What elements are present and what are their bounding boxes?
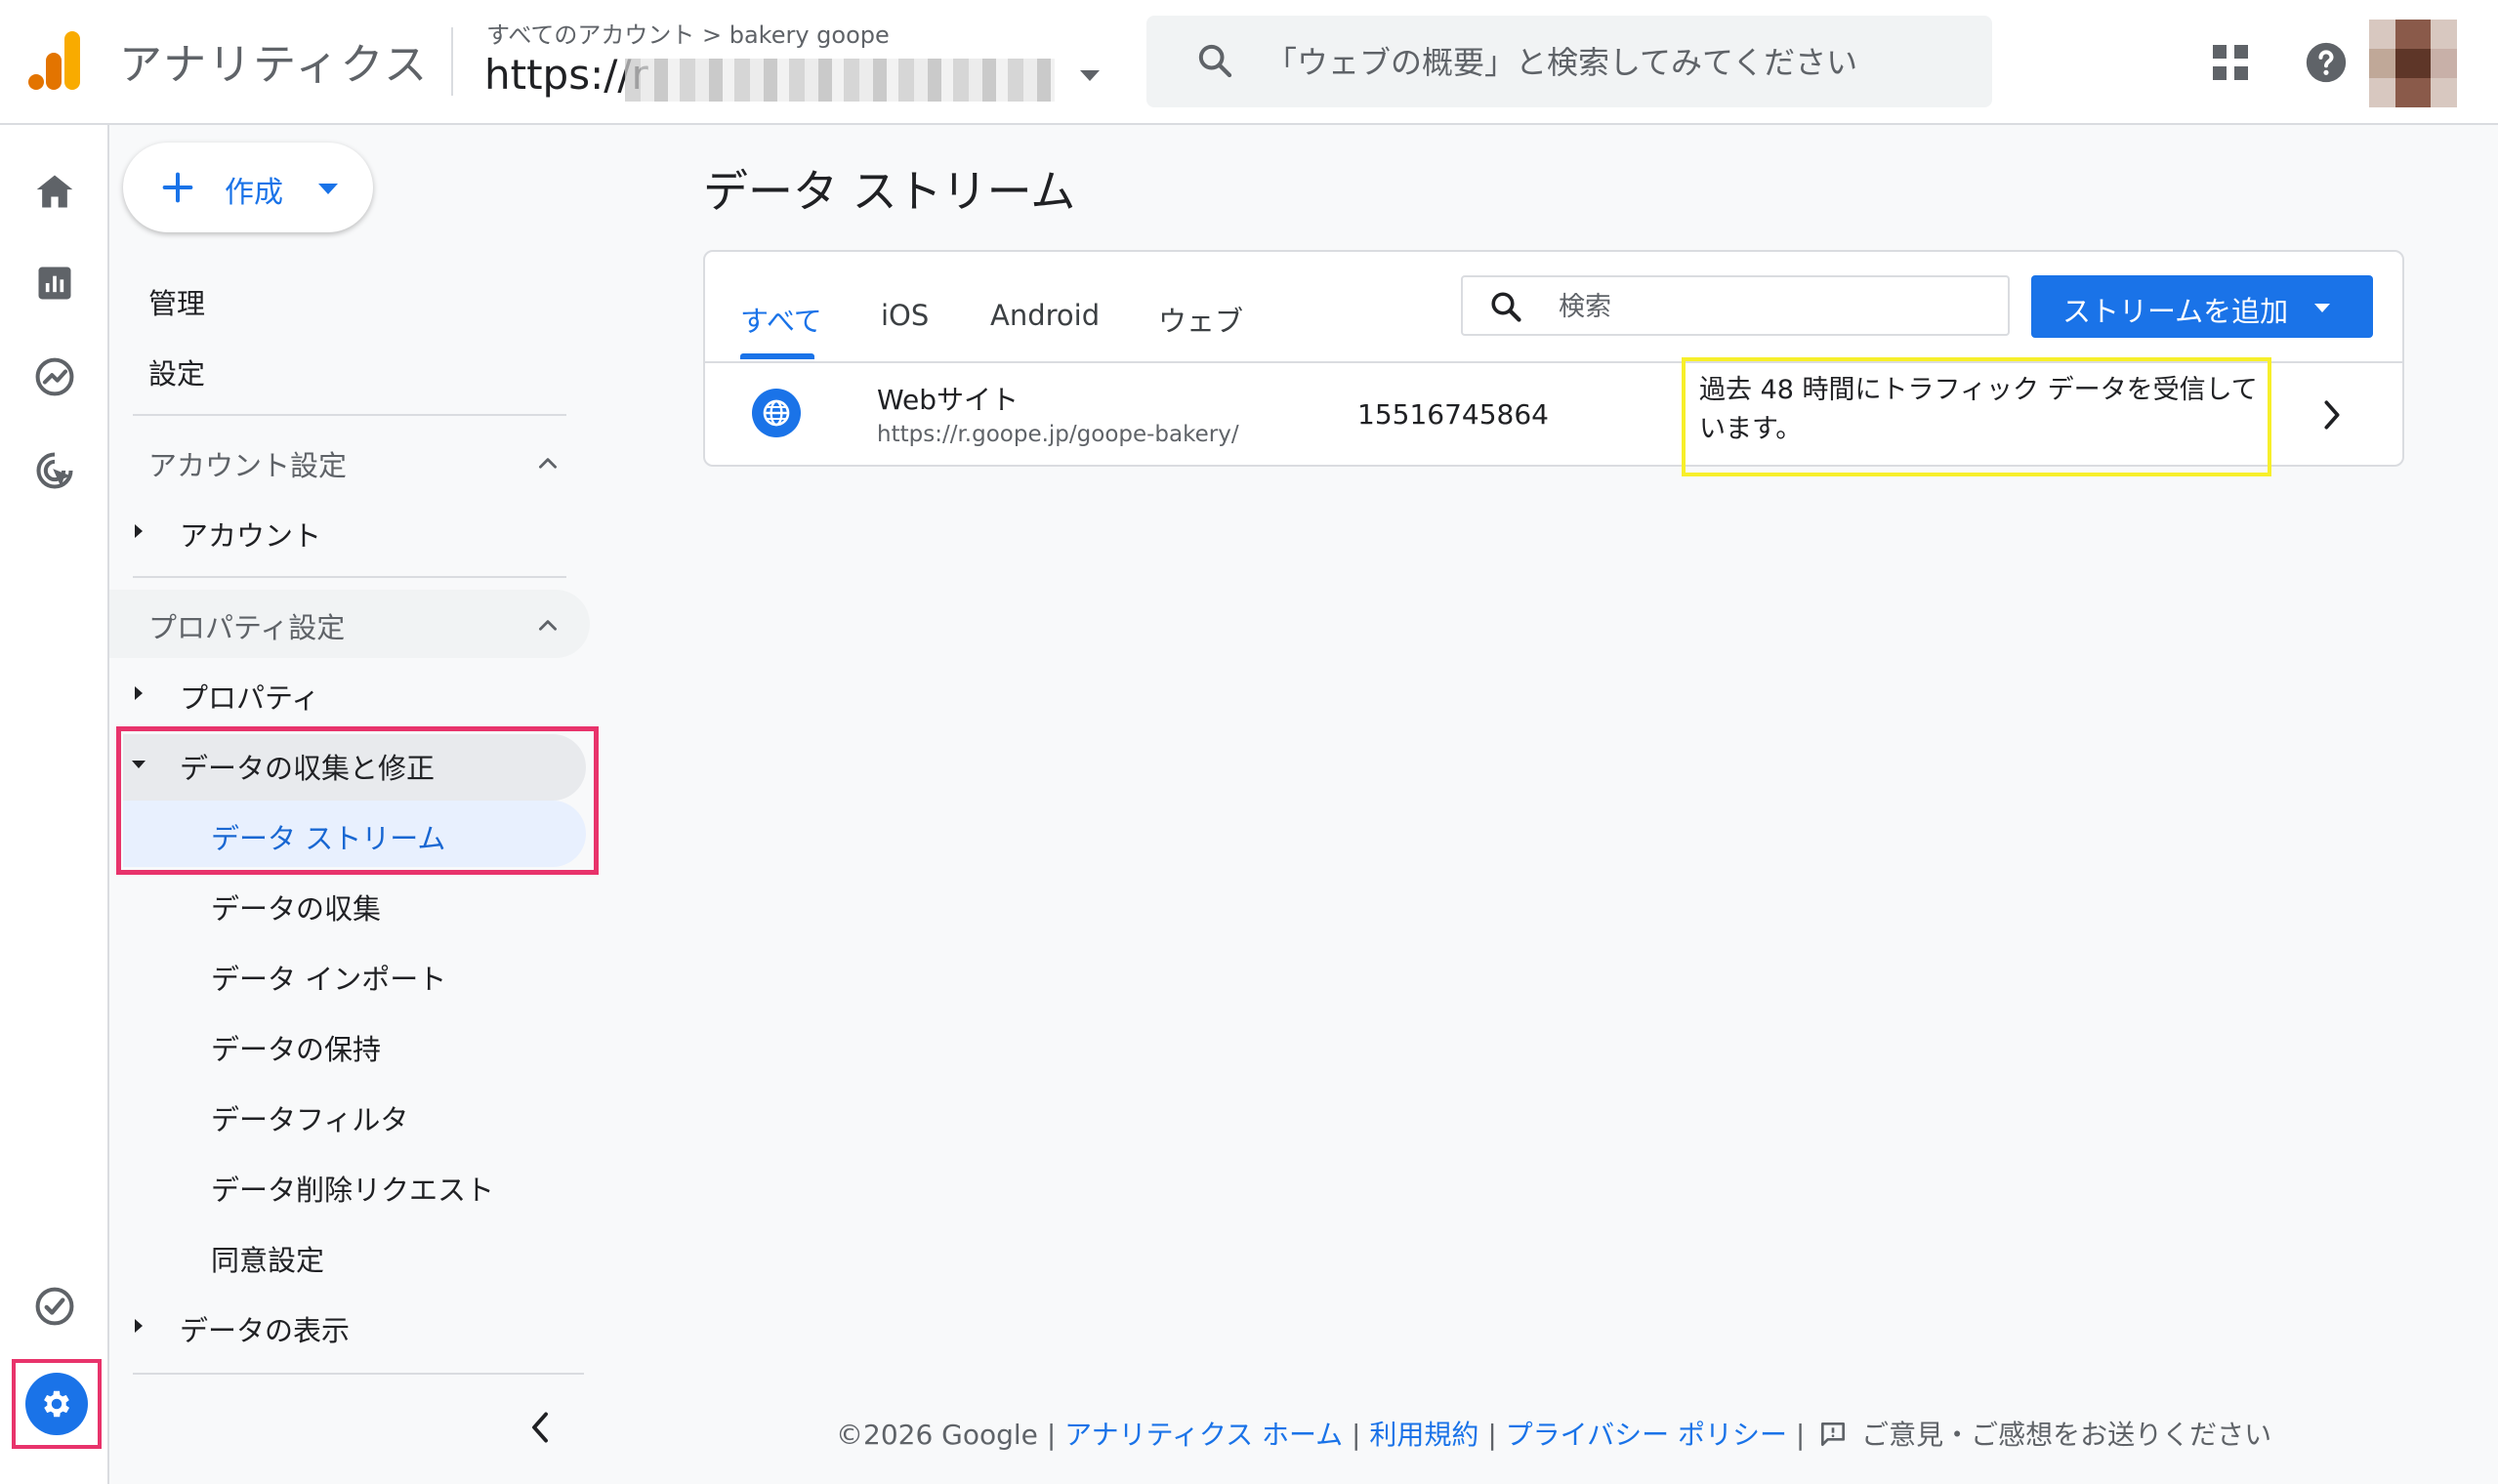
chevron-up-icon[interactable] xyxy=(535,451,561,476)
footer-link-home[interactable]: アナリティクス ホーム xyxy=(1064,1419,1343,1451)
app-title: アナリティクス xyxy=(119,40,430,90)
explore-icon[interactable] xyxy=(33,355,76,398)
add-stream-label: ストリームを追加 xyxy=(2062,295,2289,328)
tab-android[interactable]: Android xyxy=(990,299,1100,332)
nav-settings[interactable]: 設定 xyxy=(148,351,205,392)
advertising-icon[interactable] xyxy=(33,449,76,492)
stream-url: https://r.goope.jp/goope-bakery/ xyxy=(877,422,1239,447)
footer-separator: | xyxy=(1046,1419,1057,1451)
nav-data-import[interactable]: データ インポート xyxy=(211,957,446,998)
nav-account[interactable]: アカウント xyxy=(180,514,321,555)
property-dropdown-icon[interactable] xyxy=(1080,70,1100,81)
footer-link-terms[interactable]: 利用規約 xyxy=(1369,1419,1478,1451)
collapse-nav-icon[interactable] xyxy=(527,1410,553,1445)
create-button[interactable]: 作成 xyxy=(123,143,373,232)
stream-search-box[interactable] xyxy=(1461,275,2010,336)
chevron-up-icon[interactable] xyxy=(535,613,561,639)
page-title: データ ストリーム xyxy=(703,165,1076,218)
tab-all[interactable]: すべて xyxy=(740,299,822,340)
account-breadcrumb[interactable]: すべてのアカウント > bakery goope xyxy=(486,16,890,50)
footer-feedback[interactable]: ご意見・ご感想をお送りください xyxy=(1861,1419,2271,1451)
chevron-right-icon[interactable] xyxy=(2320,398,2344,432)
footer-copyright: ©2026 Google xyxy=(836,1419,1038,1451)
global-search-bar[interactable] xyxy=(1146,16,1992,107)
property-selector[interactable]: https://r xyxy=(484,51,648,99)
footer-link-privacy[interactable]: プライバシー ポリシー xyxy=(1506,1419,1787,1451)
streams-card: すべて iOS Android ウェブ ストリームを追加 Webサイト http… xyxy=(703,250,2404,476)
stream-status: 過去 48 時間にトラフィック データを受信しています。 xyxy=(1699,375,2258,444)
add-stream-dropdown-icon xyxy=(2314,304,2330,312)
help-icon[interactable] xyxy=(2305,41,2348,84)
header-divider xyxy=(451,27,453,96)
nav-admin[interactable]: 管理 xyxy=(148,281,205,322)
tab-ios[interactable]: iOS xyxy=(881,299,929,332)
nav-property[interactable]: プロパティ xyxy=(180,676,319,717)
nav-data-collection[interactable]: データの収集 xyxy=(211,886,381,928)
highlight-box-nav xyxy=(116,726,599,875)
highlight-box-status: 過去 48 時間にトラフィック データを受信しています。 xyxy=(1682,357,2271,476)
nav-section-property-settings[interactable]: プロパティ設定 xyxy=(148,605,345,646)
reports-icon[interactable] xyxy=(33,262,76,305)
stream-type-badge xyxy=(752,389,801,437)
nav-data-display[interactable]: データの表示 xyxy=(180,1308,350,1349)
stream-name[interactable]: Webサイト xyxy=(877,379,1019,418)
nav-section-account-settings[interactable]: アカウント設定 xyxy=(148,443,347,484)
navigation-rail xyxy=(0,125,109,1484)
admin-button[interactable] xyxy=(12,1359,102,1449)
create-dropdown-icon xyxy=(318,184,338,194)
globe-icon xyxy=(763,399,790,427)
nav-divider xyxy=(133,414,566,416)
footer-separator: | xyxy=(1352,1419,1361,1451)
plus-icon xyxy=(162,172,193,203)
nav-consent[interactable]: 同意設定 xyxy=(211,1238,324,1279)
gear-icon xyxy=(44,1390,70,1418)
configure-check-icon[interactable] xyxy=(33,1285,76,1328)
footer-separator: | xyxy=(1795,1419,1806,1451)
stream-id: 15516745864 xyxy=(1357,398,1549,431)
search-icon xyxy=(1491,292,1521,322)
stream-search-input[interactable] xyxy=(1557,285,1990,328)
nav-divider xyxy=(133,1373,584,1375)
expand-right-icon[interactable] xyxy=(135,1319,143,1333)
nav-data-filter[interactable]: データフィルタ xyxy=(211,1097,408,1138)
create-button-label: 作成 xyxy=(225,176,283,210)
feedback-icon[interactable] xyxy=(1817,1419,1849,1450)
global-search-input[interactable] xyxy=(1264,33,1971,92)
home-icon[interactable] xyxy=(33,170,76,213)
search-icon xyxy=(1198,44,1232,78)
expand-right-icon[interactable] xyxy=(135,686,143,700)
user-avatar[interactable] xyxy=(2369,20,2457,107)
footer: ©2026 Google | アナリティクス ホーム | 利用規約 | プライバ… xyxy=(836,1414,2271,1453)
tab-active-indicator xyxy=(740,353,814,359)
add-stream-button[interactable]: ストリームを追加 xyxy=(2031,275,2373,338)
admin-active-indicator xyxy=(25,1373,88,1435)
analytics-logo-icon[interactable] xyxy=(27,29,82,92)
nav-divider xyxy=(133,576,566,578)
nav-data-retention[interactable]: データの保持 xyxy=(211,1027,381,1068)
apps-grid-icon[interactable] xyxy=(2211,43,2250,82)
tab-web[interactable]: ウェブ xyxy=(1158,299,1243,340)
nav-data-deletion[interactable]: データ削除リクエスト xyxy=(211,1168,494,1209)
footer-separator: | xyxy=(1487,1419,1497,1451)
expand-right-icon[interactable] xyxy=(135,524,143,538)
redacted-url-blur xyxy=(625,59,1055,102)
